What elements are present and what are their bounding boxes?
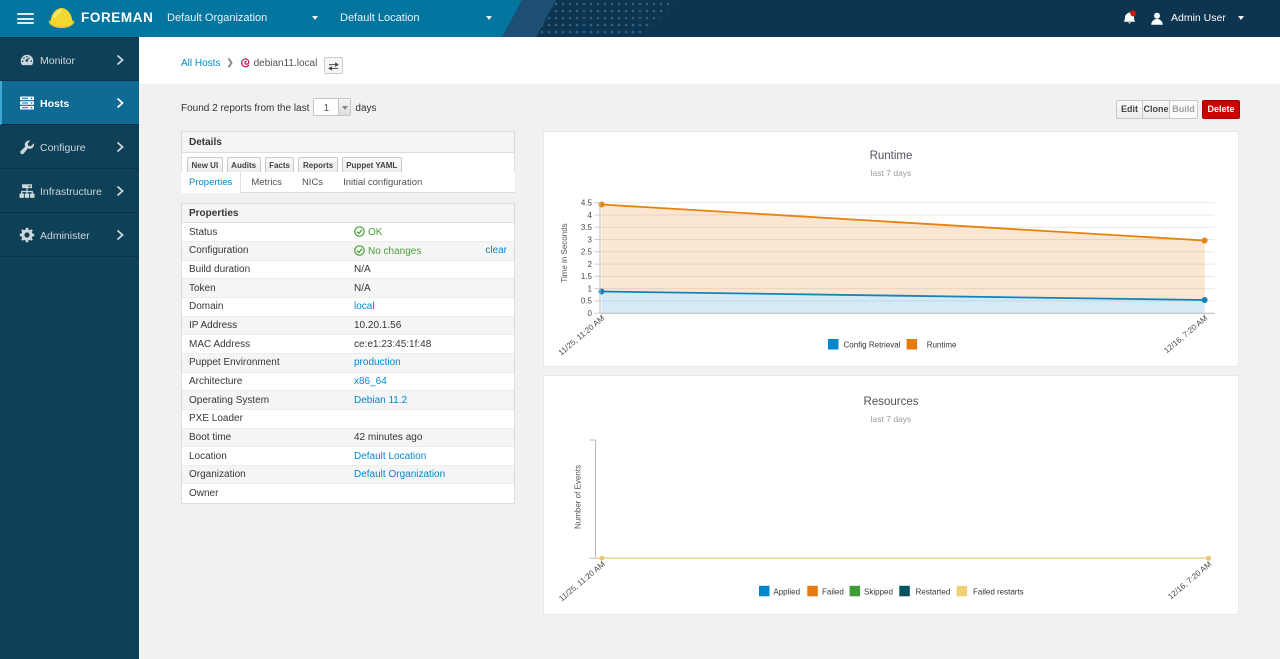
svg-text:Number of Events: Number of Events [574,465,583,529]
svg-text:0.5: 0.5 [581,297,593,306]
svg-text:3: 3 [588,235,593,244]
svg-text:4.5: 4.5 [581,199,593,208]
svg-text:Runtime: Runtime [870,150,913,162]
svg-text:Config Retrieval: Config Retrieval [844,341,901,350]
svg-text:2.5: 2.5 [581,248,593,257]
svg-text:4: 4 [588,211,593,220]
svg-text:Skipped: Skipped [864,587,893,596]
svg-text:0: 0 [588,309,593,318]
svg-text:12/16, 7:20 AM: 12/16, 7:20 AM [1162,313,1209,355]
svg-text:2: 2 [588,260,593,269]
svg-text:Time in Seconds: Time in Seconds [560,223,569,282]
svg-text:11/25, 11:20 AM: 11/25, 11:20 AM [557,313,607,357]
svg-text:last 7 days: last 7 days [871,414,912,424]
svg-text:1.5: 1.5 [581,272,593,281]
svg-text:Failed: Failed [822,587,844,596]
svg-text:Failed restarts: Failed restarts [973,587,1024,596]
svg-text:1: 1 [588,284,593,293]
svg-text:last 7 days: last 7 days [871,168,912,178]
svg-text:Restarted: Restarted [916,587,951,596]
svg-text:3.5: 3.5 [581,223,593,232]
svg-text:Resources: Resources [864,396,919,408]
svg-text:11/25, 11:20 AM: 11/25, 11:20 AM [557,559,607,603]
svg-text:Applied: Applied [773,587,800,596]
svg-text:12/16, 7:20 AM: 12/16, 7:20 AM [1166,559,1213,601]
svg-text:Runtime: Runtime [927,341,957,350]
